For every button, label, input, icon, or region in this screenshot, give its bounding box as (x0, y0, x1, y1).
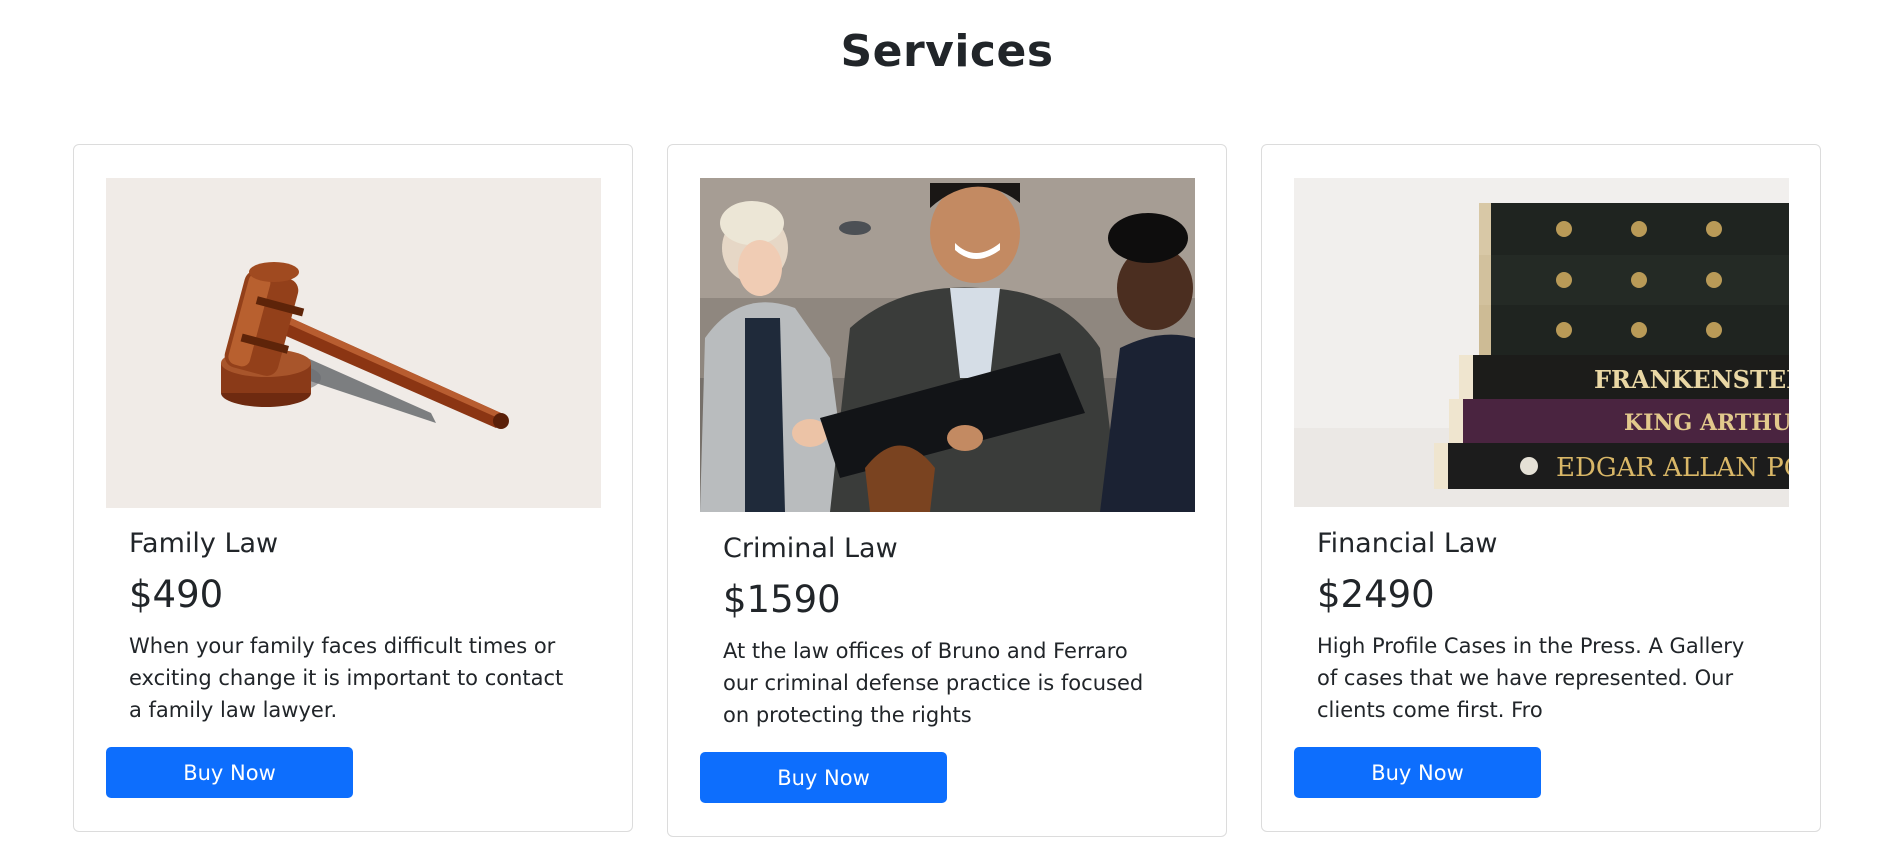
lawyers-meeting-image (700, 178, 1195, 512)
service-price: $490 (129, 573, 224, 616)
service-title: Financial Law (1317, 528, 1498, 559)
service-title: Criminal Law (723, 533, 898, 564)
buy-now-button[interactable]: Buy Now (700, 752, 947, 803)
book-spine-frankenstein: FRANKENSTEIN (1594, 365, 1789, 394)
book-spine-edgar-allan-poe: EDGAR ALLAN POE (1556, 453, 1789, 483)
buy-now-button[interactable]: Buy Now (106, 747, 353, 798)
service-description: At the law offices of Bruno and Ferraro … (723, 639, 1144, 727)
gavel-image (106, 178, 601, 508)
service-card-financial-law: FRANKENSTEIN KING ARTHUR EDGAR ALLAN POE… (1261, 144, 1821, 832)
service-card-family-law: Family Law $490 When your family faces d… (73, 144, 633, 832)
service-description: When your family faces difficult times o… (129, 634, 564, 722)
service-price: $2490 (1317, 573, 1435, 616)
service-card-criminal-law: Criminal Law $1590 At the law offices of… (667, 144, 1227, 837)
page-title: Services (840, 26, 1054, 77)
service-description: High Profile Cases in the Press. A Galle… (1317, 634, 1745, 722)
stacked-books-image: FRANKENSTEIN KING ARTHUR EDGAR ALLAN POE (1294, 178, 1789, 507)
service-price: $1590 (723, 578, 841, 621)
service-title: Family Law (129, 528, 279, 559)
book-spine-king-arthur: KING ARTHUR (1624, 410, 1789, 436)
buy-now-button[interactable]: Buy Now (1294, 747, 1541, 798)
